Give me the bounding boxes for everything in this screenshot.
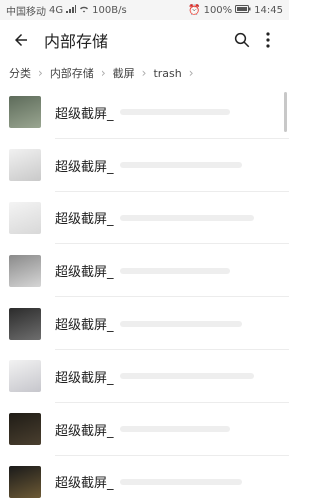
file-name: 超级截屏_ (55, 208, 254, 227)
chevron-right-icon: › (38, 66, 43, 80)
file-name-redacted (119, 267, 230, 274)
file-name-label: 超级截屏_ (55, 476, 114, 492)
file-name-label: 超级截屏_ (55, 265, 114, 281)
file-name: 超级截屏_ (55, 472, 242, 491)
scrollbar[interactable] (284, 92, 287, 132)
chevron-right-icon: › (188, 66, 194, 80)
file-name: 超级截屏_ (55, 103, 230, 122)
file-name: 超级截屏_ (55, 314, 242, 333)
file-name-redacted (119, 162, 242, 169)
breadcrumb-item-trash[interactable]: trash (150, 67, 184, 80)
file-list-item[interactable]: 超级截屏_ (0, 403, 289, 456)
file-name: 超级截屏_ (55, 420, 230, 439)
file-list-item[interactable]: 超级截屏_ (0, 139, 289, 192)
file-list-item[interactable]: 超级截屏_ (0, 244, 289, 298)
file-thumbnail (9, 307, 41, 340)
file-list-item[interactable]: 超级截屏_ (0, 192, 289, 245)
file-list-item[interactable]: 超级截屏_ (0, 297, 289, 350)
file-list-item[interactable]: 超级截屏_ (0, 456, 289, 500)
file-name-label: 超级截屏_ (55, 423, 114, 439)
breadcrumb-item-category[interactable]: 分类 (6, 65, 34, 81)
file-name-label: 超级截屏_ (55, 212, 114, 228)
file-thumbnail (9, 413, 41, 446)
chevron-right-icon: › (141, 66, 147, 80)
alarm-icon: ⏰ (188, 4, 201, 16)
breadcrumb: 分类 › 内部存储 › 截屏 › trash › (0, 60, 289, 86)
network-label: 4G (49, 4, 64, 16)
file-thumbnail (9, 254, 41, 287)
file-name-redacted (119, 373, 254, 380)
file-name-redacted (119, 426, 230, 433)
chevron-right-icon: › (100, 66, 106, 80)
time-label: 14:45 (254, 4, 283, 16)
more-options-button[interactable] (255, 27, 281, 53)
page-title: 内部存储 (44, 32, 109, 51)
file-list: 超级截屏_ 超级截屏_ 超级截屏_ 超级截屏_ 超级截屏_ 超级截屏_ 超级截屏_ 超级截屏_ (0, 86, 289, 500)
search-button[interactable] (229, 27, 255, 53)
file-list-item[interactable]: 超级截屏_ (0, 350, 289, 403)
file-thumbnail (9, 149, 41, 182)
more-vertical-icon (266, 32, 270, 48)
breadcrumb-item-internal-storage[interactable]: 内部存储 (47, 65, 97, 81)
speed-label: 100B/s (92, 4, 127, 16)
file-thumbnail (9, 360, 41, 393)
back-arrow-icon (15, 34, 27, 46)
status-left: 中国移动 4G 100B/s (6, 3, 127, 18)
file-name-redacted (119, 320, 242, 327)
battery-label: 100% (203, 4, 233, 16)
status-right: ⏰ 100% 14:45 (188, 4, 283, 16)
file-thumbnail (9, 465, 41, 498)
search-icon (234, 32, 250, 48)
breadcrumb-item-screenshots[interactable]: 截屏 (110, 65, 138, 81)
wifi-icon (79, 5, 89, 16)
file-name-redacted (119, 214, 254, 221)
file-name-label: 超级截屏_ (55, 106, 114, 122)
app-bar: 内部存储 (0, 20, 289, 60)
carrier-label: 中国移动 (6, 6, 46, 18)
file-thumbnail (9, 96, 41, 129)
file-name-redacted (119, 478, 242, 485)
file-name: 超级截屏_ (55, 367, 254, 386)
file-name-label: 超级截屏_ (55, 318, 114, 334)
file-name-label: 超级截屏_ (55, 370, 114, 386)
battery-icon (235, 4, 251, 16)
file-name: 超级截屏_ (55, 156, 242, 175)
file-name-redacted (119, 109, 230, 116)
signal-icon (66, 4, 77, 16)
file-thumbnail (9, 201, 41, 234)
file-name-label: 超级截屏_ (55, 159, 114, 175)
status-bar: 中国移动 4G 100B/s ⏰ 100% 14:45 (0, 0, 289, 20)
back-button[interactable] (8, 27, 34, 53)
file-name: 超级截屏_ (55, 261, 230, 280)
file-list-item[interactable]: 超级截屏_ (0, 86, 289, 139)
